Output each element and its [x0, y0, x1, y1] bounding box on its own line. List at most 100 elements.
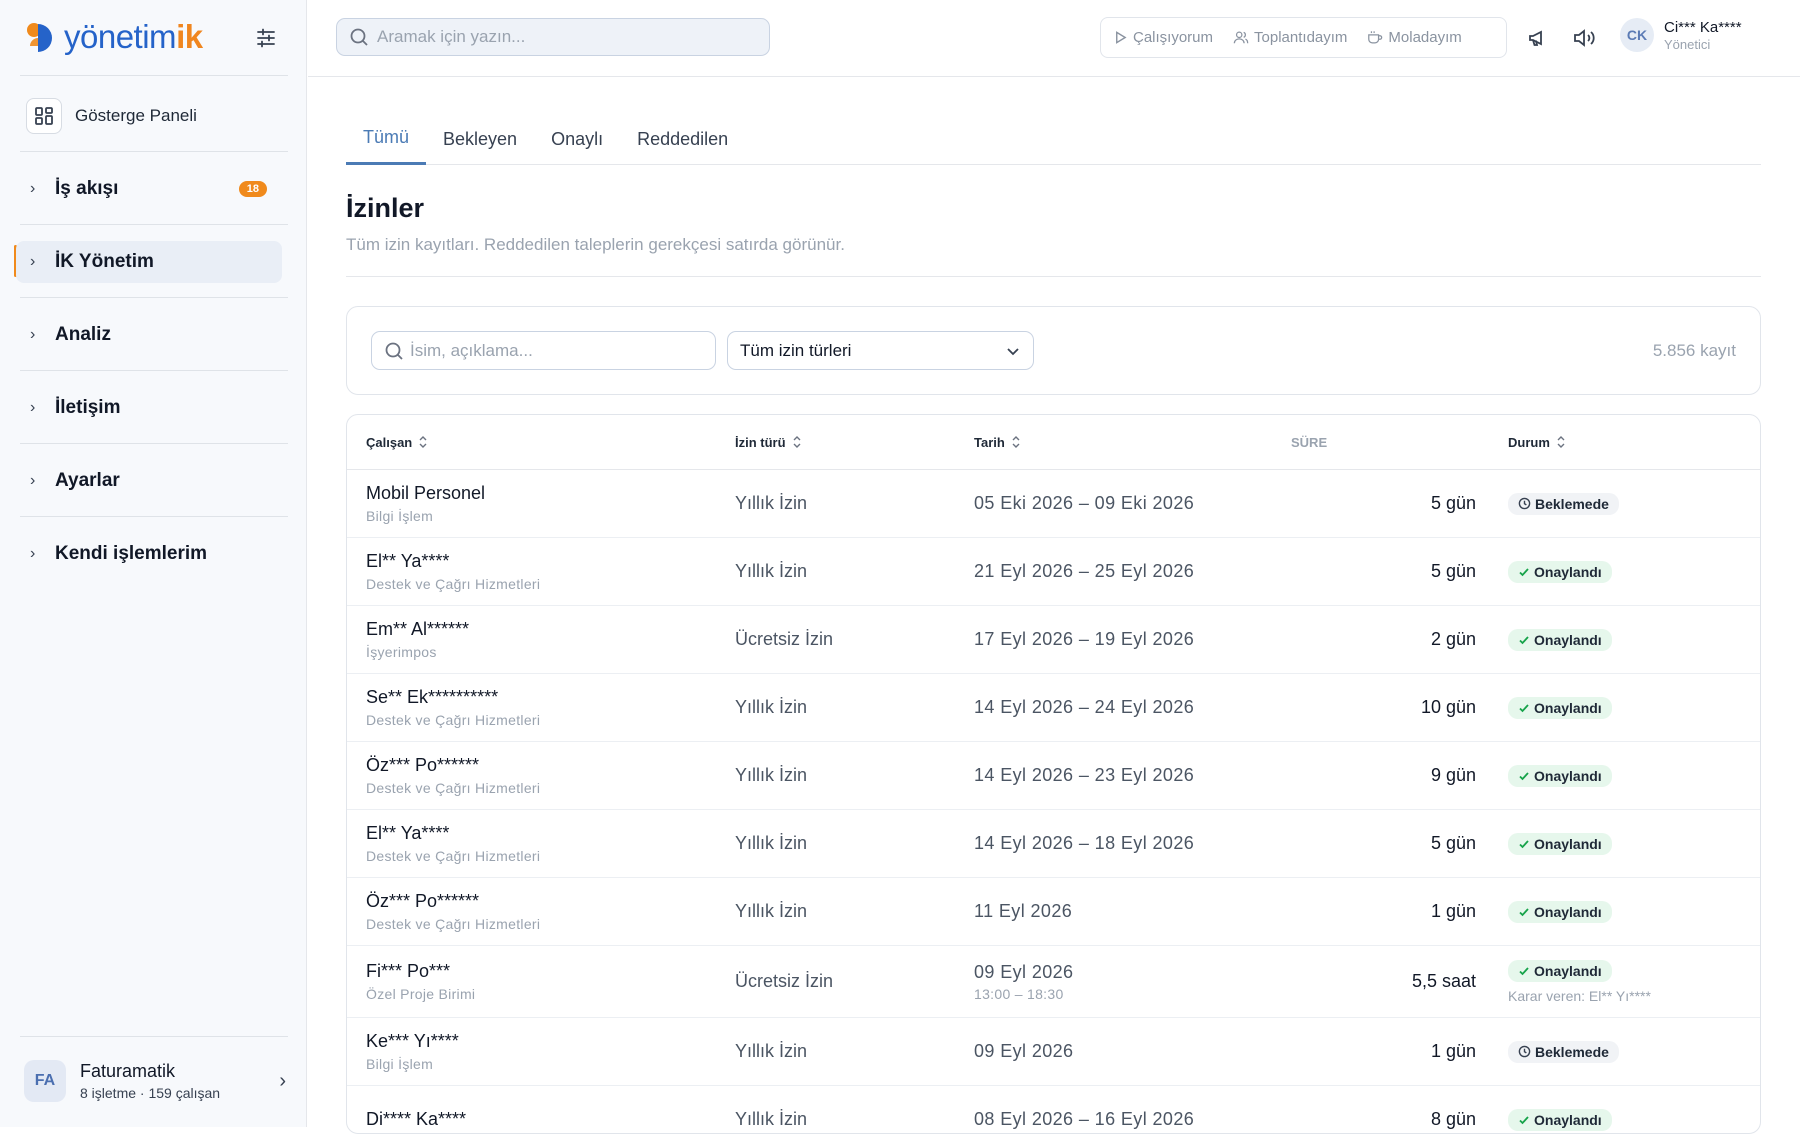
leave-duration: 10 gün [1420, 697, 1476, 717]
employee-name: Se** Ek********** [366, 687, 499, 707]
global-search[interactable] [336, 18, 770, 56]
leave-type: Yıllık İzin [735, 901, 808, 921]
leave-date-range: 05 Eki 2026 – 09 Eki 2026 [974, 493, 1195, 513]
leave-date-range: 11 Eyl 2026 [974, 901, 1073, 921]
column-header-label: Tarih [974, 434, 1005, 450]
sort-icon [1012, 436, 1020, 448]
leave-type-select[interactable]: Tüm izin türleri [727, 331, 1034, 370]
column-header-employee[interactable]: Çalışan [366, 415, 428, 469]
table-row[interactable]: Öz*** Po****** Destek ve Çağrı Hizmetleri… [347, 742, 1760, 810]
employee-department: Destek ve Çağrı Hizmetleri [366, 712, 541, 728]
app-logo[interactable]: yönetimik [24, 18, 203, 56]
column-header-type[interactable]: İzin türü [735, 415, 802, 469]
table-row[interactable]: Mobil Personel Bilgi İşlem Yıllık İzin 05 E… [347, 470, 1760, 538]
table-search[interactable] [371, 331, 716, 370]
clock-icon [1518, 1045, 1531, 1058]
chevron-right-icon: › [279, 1069, 286, 1092]
check-icon [1519, 839, 1529, 848]
status-badge: Onaylandı [1508, 1108, 1612, 1131]
sidebar-item-label: İş akışı [55, 178, 119, 199]
megaphone-icon[interactable] [1526, 26, 1550, 50]
check-icon [1519, 703, 1529, 712]
check-icon [1519, 966, 1529, 975]
nav-dashboard-label: Gösterge Paneli [75, 106, 197, 125]
users-icon [1233, 31, 1249, 44]
org-avatar: FA [24, 1060, 66, 1102]
leave-date-range: 17 Eyl 2026 – 19 Eyl 2026 [974, 629, 1195, 649]
topbar: Çalışıyorum Toplantıdayım Moladayım CK C… [308, 0, 1800, 77]
status-label: Onaylandı [1534, 835, 1602, 852]
table-search-input[interactable] [410, 340, 700, 361]
table-row[interactable]: Fi*** Po*** Özel Proje Birimi Ücretsiz İzi… [347, 946, 1760, 1018]
divider [20, 516, 288, 517]
search-icon [385, 342, 403, 360]
leave-type: Yıllık İzin [735, 833, 808, 853]
sidebar-item-label: Kendi işlemlerim [55, 543, 208, 564]
org-name: Faturamatik [80, 1061, 176, 1081]
status-meeting-button[interactable]: Toplantıdayım [1233, 29, 1347, 46]
tab-rejected[interactable]: Reddedilen [620, 113, 745, 165]
leave-duration: 5,5 saat [1411, 971, 1476, 991]
nav-dashboard[interactable]: Gösterge Paneli [26, 96, 282, 136]
divider [20, 224, 288, 225]
status-badge: Beklemede [1508, 1040, 1619, 1063]
sidebar-item-label: İK Yönetim [55, 251, 154, 272]
volume-icon[interactable] [1572, 26, 1596, 50]
tab-pending[interactable]: Bekleyen [426, 113, 534, 165]
divider [20, 443, 288, 444]
employee-department: Bilgi İşlem [366, 1056, 434, 1072]
chevron-right-icon: › [30, 399, 36, 416]
table-row[interactable]: El** Ya**** Destek ve Çağrı Hizmetleri Yıl… [347, 810, 1760, 878]
employee-department: Destek ve Çağrı Hizmetleri [366, 848, 541, 864]
employee-name: Öz*** Po****** [366, 891, 480, 911]
employee-name: Ke*** Yı**** [366, 1031, 459, 1051]
table-row[interactable]: El** Ya**** Destek ve Çağrı Hizmetleri Yıl… [347, 538, 1760, 606]
sidebar-item-workflow[interactable]: › İş akışı 18 [16, 168, 282, 210]
leave-date-range: 14 Eyl 2026 – 24 Eyl 2026 [974, 697, 1195, 717]
employee-name: Mobil Personel [366, 483, 486, 503]
table-row[interactable]: Ke*** Yı**** Bilgi İşlem Yıllık İzin 09 Eyl… [347, 1018, 1760, 1086]
status-label: Onaylandı [1534, 1111, 1602, 1128]
coffee-icon [1368, 31, 1383, 44]
sidebar-item-label: İletişim [55, 397, 121, 418]
status-working-button[interactable]: Çalışıyorum [1113, 29, 1213, 46]
check-icon [1519, 635, 1529, 644]
tab-approved[interactable]: Onaylı [534, 113, 620, 165]
status-meeting-label: Toplantıdayım [1254, 29, 1348, 46]
tab-all[interactable]: Tümü [346, 113, 427, 165]
sidebar-item-my-actions[interactable]: › Kendi işlemlerim [16, 533, 282, 575]
chevron-right-icon: › [30, 253, 36, 270]
sidebar-item-communication[interactable]: › İletişim [16, 387, 282, 429]
status-break-button[interactable]: Moladayım [1367, 29, 1462, 46]
sidebar-item-hr-management[interactable]: › İK Yönetim [16, 241, 282, 283]
status-badge: Onaylandı [1508, 900, 1612, 923]
employee-department: Destek ve Çağrı Hizmetleri [366, 576, 541, 592]
global-search-input[interactable] [377, 27, 757, 47]
sidebar-item-analysis[interactable]: › Analiz [16, 314, 282, 356]
column-header-label: Durum [1508, 434, 1550, 450]
column-header-label: Çalışan [366, 434, 413, 450]
organization-switcher[interactable]: FA Faturamatik 8 işletme · 159 çalışan › [24, 1054, 286, 1108]
table-row[interactable]: Se** Ek********** Destek ve Çağrı Hizmetl… [347, 674, 1760, 742]
sort-icon [793, 436, 801, 448]
sidebar-item-settings[interactable]: › Ayarlar [16, 460, 282, 502]
table-row[interactable]: Em** Al****** İşyerimpos Ücretsiz İzin 17 E… [347, 606, 1760, 674]
leave-type-select-value: Tüm izin türleri [740, 340, 852, 360]
status-label: Beklemede [1535, 1043, 1609, 1060]
avatar: CK [1620, 18, 1654, 52]
leave-type: Ücretsiz İzin [735, 971, 834, 991]
leave-filter-tabs: Tümü Bekleyen Onaylı Reddedilen [346, 113, 1761, 165]
logo-mark-icon [27, 23, 52, 52]
logo-text: yönetimik [64, 18, 203, 55]
sidebar-settings-icon[interactable] [252, 24, 280, 52]
clock-icon [1518, 497, 1531, 510]
column-header-status[interactable]: Durum [1508, 415, 1566, 469]
divider [20, 297, 288, 298]
status-label: Onaylandı [1534, 631, 1602, 648]
sidebar-item-label: Ayarlar [55, 470, 120, 491]
status-badge: Beklemede [1508, 492, 1619, 515]
table-row[interactable]: Öz*** Po****** Destek ve Çağrı Hizmetleri… [347, 878, 1760, 946]
column-header-date[interactable]: Tarih [974, 415, 1021, 469]
status-label: Onaylandı [1534, 563, 1602, 580]
user-menu[interactable]: CK Ci*** Ka**** Yönetici [1620, 18, 1742, 52]
